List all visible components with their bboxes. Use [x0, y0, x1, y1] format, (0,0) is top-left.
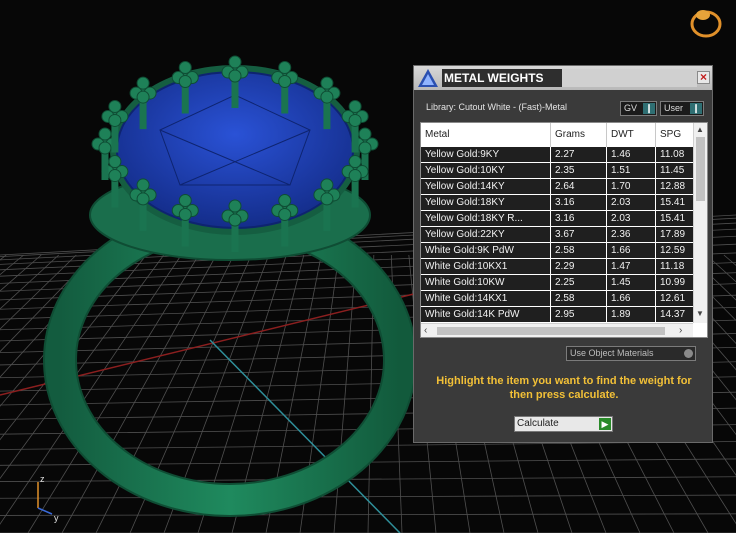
cell-spg: 15.41 — [656, 195, 693, 211]
cell-grams: 2.35 — [551, 163, 607, 179]
cell-grams: 3.67 — [551, 227, 607, 243]
cell-dwt: 1.46 — [607, 147, 656, 163]
cell-spg: 11.08 — [656, 147, 693, 163]
use-object-materials-label: Use Object Materials — [570, 348, 654, 358]
cell-spg: 10.99 — [656, 275, 693, 291]
cell-spg: 12.59 — [656, 243, 693, 259]
cell-grams: 3.16 — [551, 211, 607, 227]
cell-dwt: 2.03 — [607, 195, 656, 211]
column-header-dwt[interactable]: DWT — [607, 123, 656, 147]
cell-spg: 17.89 — [656, 227, 693, 243]
title-bar-spacer — [562, 69, 697, 87]
library-label: Library: Cutout White - (Fast)-Metal — [426, 102, 568, 112]
user-dropdown[interactable]: User ❙ — [660, 101, 704, 116]
scroll-up-icon[interactable]: ▲ — [696, 125, 704, 134]
close-button[interactable]: × — [697, 71, 710, 84]
cell-spg: 11.18 — [656, 259, 693, 275]
dropdown-arrow-icon: ❙ — [690, 103, 702, 114]
table-row[interactable]: White Gold:14KX1 2.58 1.66 12.61 — [421, 291, 693, 307]
cell-spg: 12.88 — [656, 179, 693, 195]
app-logo-icon — [418, 69, 438, 87]
cell-grams: 2.25 — [551, 275, 607, 291]
cell-grams: 2.29 — [551, 259, 607, 275]
cell-spg: 11.45 — [656, 163, 693, 179]
vertical-scrollbar[interactable]: ▲ ▼ — [693, 123, 707, 323]
cell-dwt: 1.89 — [607, 307, 656, 323]
calculate-button[interactable]: Calculate ▶ — [514, 416, 613, 432]
metal-weights-panel: METAL WEIGHTS × Library: Cutout White - … — [413, 65, 713, 443]
metal-weights-table: Metal Grams DWT SPG Yellow Gold:9KY 2.27 1… — [420, 122, 708, 338]
cell-grams: 2.64 — [551, 179, 607, 195]
user-dropdown-value: User — [664, 103, 684, 113]
cell-metal: Yellow Gold:9KY — [421, 147, 551, 163]
cell-metal: White Gold:10KW — [421, 275, 551, 291]
table-row[interactable]: White Gold:10KW 2.25 1.45 10.99 — [421, 275, 693, 291]
cell-grams: 3.16 — [551, 195, 607, 211]
cell-dwt: 1.47 — [607, 259, 656, 275]
cell-metal: White Gold:14KX1 — [421, 291, 551, 307]
cell-spg: 15.41 — [656, 211, 693, 227]
cell-dwt: 2.03 — [607, 211, 656, 227]
table-row[interactable]: Yellow Gold:10KY 2.35 1.51 11.45 — [421, 163, 693, 179]
table-row[interactable]: Yellow Gold:14KY 2.64 1.70 12.88 — [421, 179, 693, 195]
cell-metal: White Gold:10KX1 — [421, 259, 551, 275]
cell-dwt: 1.66 — [607, 243, 656, 259]
cell-grams: 2.95 — [551, 307, 607, 323]
panel-title-bar[interactable]: METAL WEIGHTS × — [414, 66, 712, 90]
axis-label-z: z — [40, 474, 45, 484]
cell-dwt: 1.45 — [607, 275, 656, 291]
table-row[interactable]: White Gold:14K PdW 2.95 1.89 14.37 — [421, 307, 693, 323]
use-object-materials-toggle[interactable]: Use Object Materials — [566, 346, 696, 361]
scroll-left-icon[interactable]: ‹ — [424, 324, 427, 337]
cell-metal: White Gold:14K PdW — [421, 307, 551, 323]
table-row[interactable]: White Gold:9K PdW 2.58 1.66 12.59 — [421, 243, 693, 259]
cell-dwt: 1.66 — [607, 291, 656, 307]
table-grid: Metal Grams DWT SPG Yellow Gold:9KY 2.27 1… — [421, 123, 693, 323]
cell-dwt: 2.36 — [607, 227, 656, 243]
gv-dropdown[interactable]: GV ❙ — [620, 101, 657, 116]
scroll-right-icon[interactable]: › — [679, 324, 682, 337]
cell-dwt: 1.70 — [607, 179, 656, 195]
instructions-text: Highlight the item you want to find the … — [436, 375, 692, 401]
cell-metal: Yellow Gold:18KY R... — [421, 211, 551, 227]
dropdown-arrow-icon: ❙ — [643, 103, 655, 114]
cell-spg: 14.37 — [656, 307, 693, 323]
toggle-indicator-icon — [684, 349, 693, 358]
cell-spg: 12.61 — [656, 291, 693, 307]
table-header-row: Metal Grams DWT SPG — [421, 123, 693, 147]
horizontal-scroll-thumb[interactable] — [437, 327, 665, 335]
ring-thumbnail-icon — [690, 10, 722, 38]
column-header-grams[interactable]: Grams — [551, 123, 607, 147]
calculate-label: Calculate — [517, 418, 559, 429]
column-header-spg[interactable]: SPG — [656, 123, 693, 147]
panel-title: METAL WEIGHTS — [442, 69, 562, 87]
horizontal-scrollbar[interactable]: ‹ › — [421, 323, 693, 337]
gv-dropdown-value: GV — [624, 103, 638, 113]
cell-grams: 2.27 — [551, 147, 607, 163]
table-row[interactable]: Yellow Gold:9KY 2.27 1.46 11.08 — [421, 147, 693, 163]
cell-metal: Yellow Gold:10KY — [421, 163, 551, 179]
play-arrow-icon: ▶ — [599, 418, 611, 430]
scroll-down-icon[interactable]: ▼ — [696, 309, 704, 318]
cell-metal: White Gold:9K PdW — [421, 243, 551, 259]
cell-metal: Yellow Gold:18KY — [421, 195, 551, 211]
cell-grams: 2.58 — [551, 291, 607, 307]
axis-label-y: y — [54, 513, 59, 523]
vertical-scroll-thumb[interactable] — [696, 137, 705, 201]
table-row[interactable]: Yellow Gold:22KY 3.67 2.36 17.89 — [421, 227, 693, 243]
column-header-metal[interactable]: Metal — [421, 123, 551, 147]
table-row[interactable]: Yellow Gold:18KY R... 3.16 2.03 15.41 — [421, 211, 693, 227]
cell-grams: 2.58 — [551, 243, 607, 259]
cell-metal: Yellow Gold:22KY — [421, 227, 551, 243]
cell-dwt: 1.51 — [607, 163, 656, 179]
cell-metal: Yellow Gold:14KY — [421, 179, 551, 195]
table-row[interactable]: Yellow Gold:18KY 3.16 2.03 15.41 — [421, 195, 693, 211]
table-row[interactable]: White Gold:10KX1 2.29 1.47 11.18 — [421, 259, 693, 275]
